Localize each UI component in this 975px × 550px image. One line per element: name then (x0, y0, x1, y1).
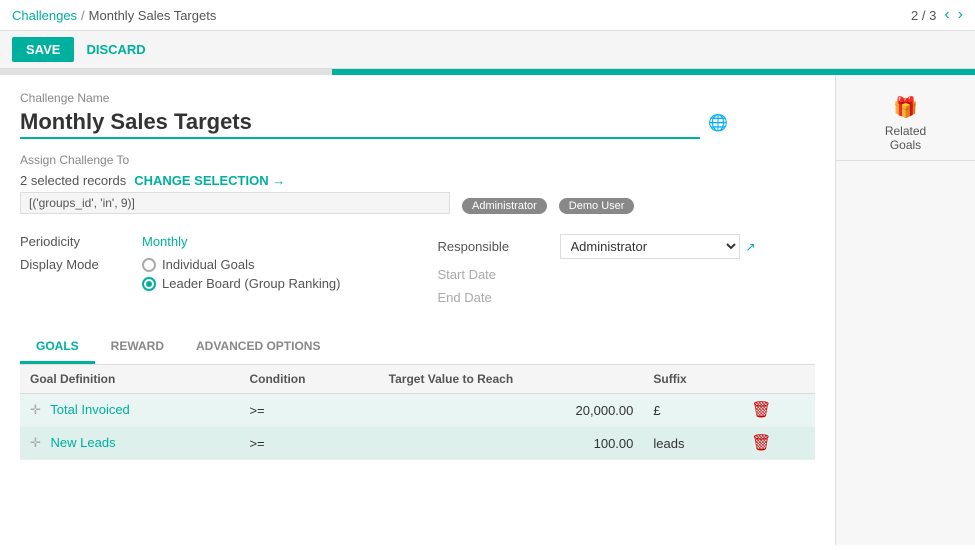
suffix-cell-1: £ (643, 394, 741, 427)
form-row: Periodicity Monthly Display Mode Individ… (20, 234, 815, 313)
goal-def-cell-2: ✛ New Leads (20, 427, 239, 460)
condition-cell-2: >= (239, 427, 378, 460)
sidebar-label-related-goals: RelatedGoals (885, 124, 926, 152)
record-position: 2 / 3 (911, 8, 936, 23)
tag-demo-user: Demo User (559, 198, 635, 214)
gift-icon: 🎁 (893, 95, 918, 120)
drag-handle-1[interactable]: ✛ (30, 402, 41, 417)
start-date-label: Start Date (438, 267, 497, 282)
breadcrumb-current: Monthly Sales Targets (89, 8, 217, 23)
top-bar: Challenges / Monthly Sales Targets 2 / 3… (0, 0, 975, 31)
condition-cell-1: >= (239, 394, 378, 427)
selected-count: 2 selected records (20, 173, 126, 188)
col-suffix: Suffix (643, 365, 741, 394)
globe-icon: 🌐 (708, 113, 728, 133)
table-row: ✛ New Leads >= 100.00 leads 🗑 (20, 427, 815, 460)
start-date-field: Start Date (438, 267, 816, 282)
col-target-value: Target Value to Reach (379, 365, 644, 394)
table-row: ✛ Total Invoiced >= 20,000.00 £ 🗑 (20, 394, 815, 427)
goal-link-1[interactable]: Total Invoiced (50, 402, 130, 417)
breadcrumb-parent[interactable]: Challenges (12, 8, 77, 23)
delete-cell-2: 🗑 (741, 427, 815, 460)
breadcrumb: Challenges / Monthly Sales Targets (12, 8, 216, 23)
responsible-field: Responsible Administrator ↗ (438, 234, 816, 259)
responsible-row: Administrator ↗ (560, 234, 756, 259)
challenge-name-label: Challenge Name (20, 91, 815, 105)
responsible-label: Responsible (438, 239, 548, 254)
drag-handle-2[interactable]: ✛ (30, 435, 41, 450)
display-mode-radio-group: Individual Goals Leader Board (Group Ran… (142, 257, 341, 291)
periodicity-value: Monthly (142, 234, 188, 249)
radio-leader-board[interactable]: Leader Board (Group Ranking) (142, 276, 341, 291)
discard-button[interactable]: DISCARD (86, 42, 145, 57)
progress-bar-container (0, 69, 975, 75)
radio-individual-goals[interactable]: Individual Goals (142, 257, 341, 272)
periodicity-field: Periodicity Monthly (20, 234, 398, 249)
assign-challenge-label: Assign Challenge To (20, 153, 815, 167)
save-button[interactable]: SAVE (12, 37, 74, 62)
end-date-field: End Date (438, 290, 816, 305)
form-col-right: Responsible Administrator ↗ Start Date E… (438, 234, 816, 313)
suffix-cell-2: leads (643, 427, 741, 460)
col-condition: Condition (239, 365, 378, 394)
delete-button-2[interactable]: 🗑 (751, 435, 771, 452)
next-arrow[interactable]: › (958, 6, 963, 24)
responsible-select[interactable]: Administrator (560, 234, 740, 259)
radio-circle-leader-board (142, 277, 156, 291)
tabs-container: GOALS REWARD ADVANCED OPTIONS (20, 331, 815, 365)
main-layout: Challenge Name 🌐 Assign Challenge To 2 s… (0, 75, 975, 545)
radio-label-individual: Individual Goals (162, 257, 255, 272)
content-area: Challenge Name 🌐 Assign Challenge To 2 s… (0, 75, 835, 545)
tab-advanced-options[interactable]: ADVANCED OPTIONS (180, 331, 336, 364)
end-date-label: End Date (438, 290, 492, 305)
delete-cell-1: 🗑 (741, 394, 815, 427)
nav-controls: 2 / 3 ‹ › (911, 6, 963, 24)
radio-label-leader-board: Leader Board (Group Ranking) (162, 276, 341, 291)
goal-link-2[interactable]: New Leads (51, 435, 116, 450)
col-actions (741, 365, 815, 394)
radio-circle-individual (142, 258, 156, 272)
delete-button-1[interactable]: 🗑 (751, 402, 771, 419)
form-col-left: Periodicity Monthly Display Mode Individ… (20, 234, 398, 313)
assign-row: 2 selected records CHANGE SELECTION → (20, 173, 815, 188)
goal-def-cell-1: ✛ Total Invoiced (20, 394, 239, 427)
periodicity-label: Periodicity (20, 234, 130, 249)
prev-arrow[interactable]: ‹ (944, 6, 949, 24)
target-value-cell-1: 20,000.00 (379, 394, 644, 427)
tag-administrator: Administrator (462, 198, 547, 214)
sidebar: 🎁 RelatedGoals (835, 75, 975, 545)
col-goal-definition: Goal Definition (20, 365, 239, 394)
external-link-icon[interactable]: ↗ (746, 240, 756, 254)
goals-table: Goal Definition Condition Target Value t… (20, 365, 815, 460)
domain-display: [('groups_id', 'in', 9)] (20, 192, 450, 214)
tab-reward[interactable]: REWARD (95, 331, 180, 364)
progress-bar-fill (332, 69, 975, 75)
challenge-name-input[interactable] (20, 107, 700, 139)
target-value-cell-2: 100.00 (379, 427, 644, 460)
sidebar-item-related-goals[interactable]: 🎁 RelatedGoals (836, 87, 975, 161)
tab-goals[interactable]: GOALS (20, 331, 95, 364)
action-bar: SAVE DISCARD (0, 31, 975, 69)
display-mode-field: Display Mode Individual Goals Leader Boa… (20, 257, 398, 291)
display-mode-label: Display Mode (20, 257, 130, 272)
change-selection-button[interactable]: CHANGE SELECTION → (134, 173, 285, 188)
breadcrumb-separator: / (81, 8, 85, 23)
